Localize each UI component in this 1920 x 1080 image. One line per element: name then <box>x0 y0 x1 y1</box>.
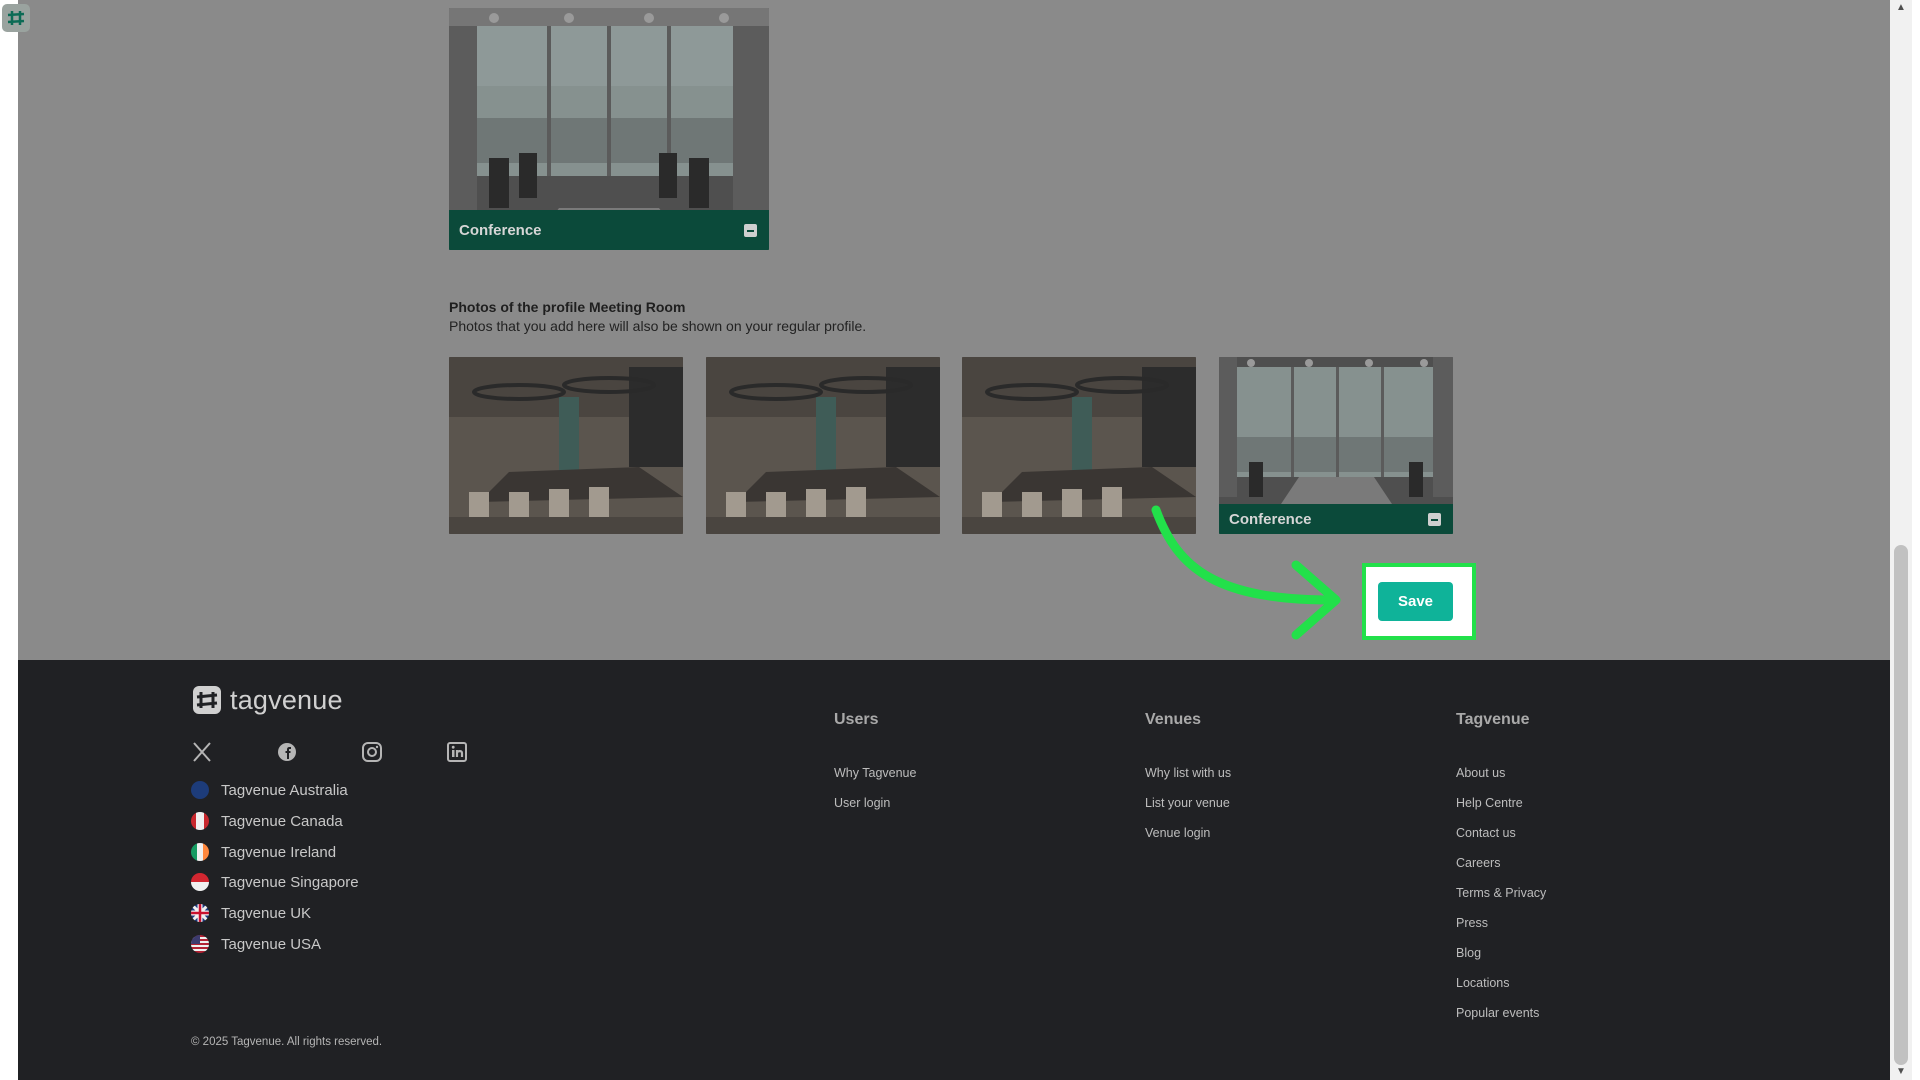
logo-text: tagvenue <box>230 684 343 715</box>
country-label: Tagvenue UK <box>221 904 312 922</box>
footer-column-title-tagvenue: Tagvenue <box>1456 711 1530 728</box>
main-content: Conference Photos of the profile Meeting… <box>18 0 1890 660</box>
country-label: Tagvenue USA <box>221 935 322 953</box>
page: Conference Photos of the profile Meeting… <box>18 0 1890 1080</box>
left-edge <box>0 0 18 1080</box>
country-label: Tagvenue Australia <box>221 781 348 799</box>
arrow-annotation-icon <box>1151 505 1341 640</box>
australia-flag-icon <box>191 781 209 799</box>
gallery-photo-2[interactable] <box>706 357 940 534</box>
remove-label-icon[interactable] <box>744 223 757 237</box>
facebook-icon[interactable] <box>276 741 298 763</box>
country-link-uk[interactable]: Tagvenue UK <box>191 904 311 922</box>
country-link-australia[interactable]: Tagvenue Australia <box>191 781 348 799</box>
footer-link-terms[interactable]: Terms & Privacy <box>1456 886 1546 900</box>
uk-flag-cross <box>191 904 209 922</box>
footer-link-user-login[interactable]: User login <box>834 796 890 810</box>
scroll-up-icon[interactable]: ▲ <box>1890 0 1912 16</box>
footer-link-venue-login[interactable]: Venue login <box>1145 826 1210 840</box>
country-label: Tagvenue Canada <box>221 812 343 830</box>
footer-link-help[interactable]: Help Centre <box>1456 796 1523 810</box>
cover-photo[interactable]: Conference <box>449 8 769 250</box>
country-link-usa[interactable]: Tagvenue USA <box>191 935 321 953</box>
footer-link-popular-events[interactable]: Popular events <box>1456 1006 1539 1020</box>
photo-label: Conference <box>459 221 542 239</box>
scrollbar-thumb[interactable] <box>1894 545 1908 1065</box>
ireland-flag-icon <box>191 843 209 861</box>
linkedin-icon[interactable] <box>446 741 468 763</box>
footer-link-contact[interactable]: Contact us <box>1456 826 1516 840</box>
meeting-room-image <box>449 357 683 534</box>
singapore-flag-icon <box>191 873 209 891</box>
footer-link-list-venue[interactable]: List your venue <box>1145 796 1230 810</box>
copyright: © 2025 Tagvenue. All rights reserved. <box>191 1036 383 1048</box>
country-label: Tagvenue Singapore <box>221 873 359 891</box>
country-link-canada[interactable]: Tagvenue Canada <box>191 812 343 830</box>
footer-column-title-venues: Venues <box>1145 711 1202 728</box>
usa-flag-icon <box>191 935 209 953</box>
remove-label-icon[interactable] <box>1428 512 1441 526</box>
footer-link-blog[interactable]: Blog <box>1456 946 1481 960</box>
footer-link-why-list[interactable]: Why list with us <box>1145 766 1231 780</box>
footer-column-title-users: Users <box>834 711 879 728</box>
right-edge <box>1912 0 1920 1080</box>
canada-flag-icon <box>191 812 209 830</box>
meeting-room-image <box>706 357 940 534</box>
footer-link-why-tagvenue[interactable]: Why Tagvenue <box>834 766 916 780</box>
uk-flag-icon <box>191 904 209 922</box>
footer-link-careers[interactable]: Careers <box>1456 856 1500 870</box>
instagram-icon[interactable] <box>361 741 383 763</box>
footer: tagvenue Tagvenue Australia Tagvenue Can… <box>18 660 1890 1080</box>
section-description: Photos that you add here will also be sh… <box>449 318 867 334</box>
browser-viewport: Conference Photos of the profile Meeting… <box>0 0 1920 1080</box>
tagvenue-mark-icon <box>7 11 25 25</box>
gallery-photo-1[interactable] <box>449 357 683 534</box>
footer-link-about[interactable]: About us <box>1456 766 1505 780</box>
tagvenue-logo-icon <box>193 686 221 714</box>
scroll-down-icon[interactable]: ▼ <box>1890 1064 1912 1080</box>
country-link-singapore[interactable]: Tagvenue Singapore <box>191 873 359 891</box>
app-favicon-icon <box>2 4 30 32</box>
section-title: Photos of the profile Meeting Room <box>449 299 686 315</box>
tagvenue-logo[interactable]: tagvenue <box>191 684 343 716</box>
country-label: Tagvenue Ireland <box>221 843 337 861</box>
photo-label-bar: Conference <box>449 210 769 250</box>
x-icon[interactable] <box>191 741 213 763</box>
vertical-scrollbar[interactable]: ▲ ▼ <box>1890 0 1912 1080</box>
country-link-ireland[interactable]: Tagvenue Ireland <box>191 843 336 861</box>
footer-link-locations[interactable]: Locations <box>1456 976 1510 990</box>
footer-link-press[interactable]: Press <box>1456 916 1488 930</box>
save-button[interactable]: Save <box>1378 582 1453 621</box>
